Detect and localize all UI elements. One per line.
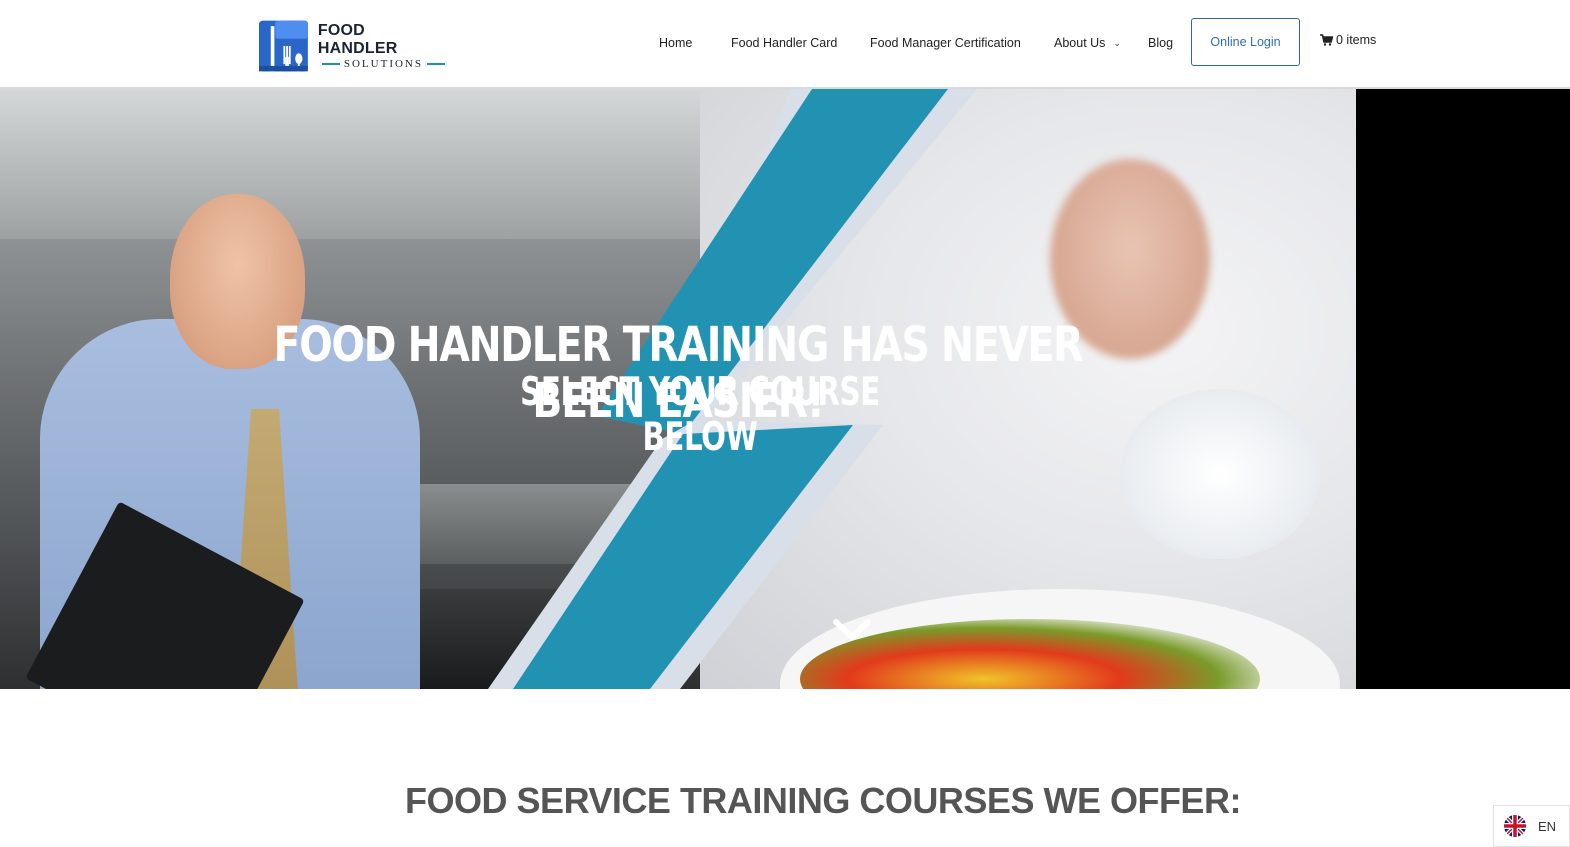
hero-side-panel: [1356, 89, 1570, 689]
language-switcher[interactable]: EN: [1493, 805, 1570, 847]
nav-home[interactable]: Home: [659, 36, 692, 50]
online-login-button[interactable]: Online Login: [1191, 18, 1300, 66]
chevron-down-icon: ⌄: [1113, 38, 1121, 48]
cart-count: 0 items: [1336, 33, 1377, 47]
cart-icon: [1320, 34, 1333, 46]
nav-food-manager-certification[interactable]: Food Manager Certification: [870, 36, 1021, 50]
courses-section-title: FOOD SERVICE TRAINING COURSES WE OFFER:: [405, 780, 1241, 821]
uk-flag-icon: [1504, 815, 1526, 837]
nav-about-us[interactable]: About Us ⌄: [1054, 36, 1121, 50]
main-nav: Home Food Handler Card Food Manager Cert…: [0, 0, 1570, 86]
nav-about-us-label: About Us: [1054, 36, 1106, 50]
nav-food-handler-card[interactable]: Food Handler Card: [731, 36, 837, 50]
language-code: EN: [1538, 818, 1557, 834]
nav-blog[interactable]: Blog: [1148, 36, 1173, 50]
hero-subheadline: SELECT YOUR COURSE BELOW: [520, 370, 880, 460]
site-header: FOOD HANDLER SOLUTIONS Home Food Handler…: [0, 0, 1570, 89]
chevron-down-icon[interactable]: [832, 617, 872, 643]
cart-link[interactable]: 0 items: [1320, 33, 1376, 47]
hero-banner: FOOD HANDLER TRAINING HAS NEVER BEEN EAS…: [0, 89, 1356, 689]
